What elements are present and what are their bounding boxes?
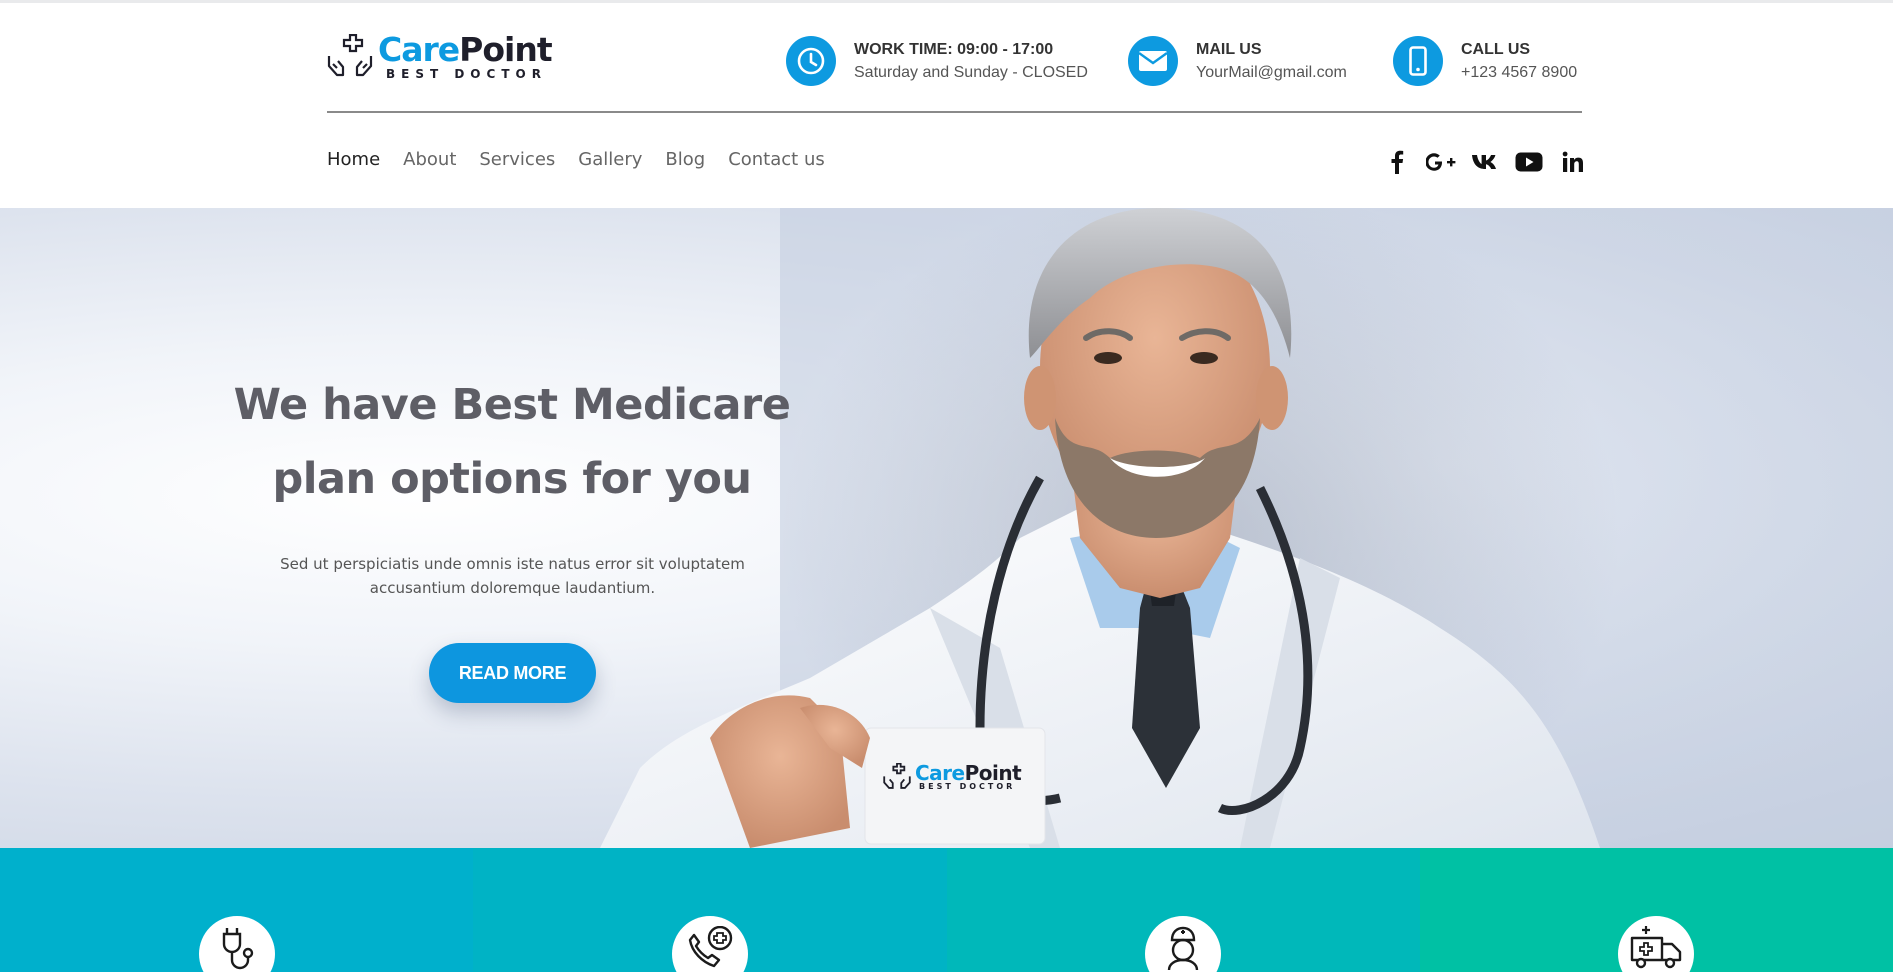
hero-section: CarePoint BEST DOCTOR We have Best Medic…	[0, 208, 1893, 848]
hero-subtitle: Sed ut perspiciatis unde omnis iste natu…	[240, 552, 785, 600]
nav-blog[interactable]: Blog	[665, 149, 705, 170]
mail-icon	[1128, 36, 1178, 86]
mail-title: MAIL US	[1196, 40, 1262, 58]
hero-title: We have Best Medicare plan options for y…	[200, 368, 824, 516]
youtube-icon[interactable]	[1514, 148, 1544, 176]
nav-gallery[interactable]: Gallery	[578, 149, 642, 170]
page: CarePoint BEST DOCTOR WORK TIME: 09:00 -…	[0, 0, 1893, 972]
site-logo[interactable]: CarePoint BEST DOCTOR	[326, 30, 553, 81]
work-time-subtitle: Saturday and Sunday - CLOSED	[854, 63, 1088, 81]
mail-address[interactable]: YourMail@gmail.com	[1196, 64, 1347, 82]
care-hands-logo-icon	[327, 33, 373, 76]
hero-title-line-2: plan options for you	[272, 454, 752, 504]
ambulance-icon	[1631, 926, 1682, 969]
feature-card-3[interactable]	[946, 848, 1420, 972]
call-title: CALL US	[1461, 40, 1531, 58]
clock-icon	[786, 36, 836, 86]
feature-3-icon-circle	[1145, 916, 1222, 972]
hero-subtitle-line-1: Sed ut perspiciatis unde omnis iste natu…	[280, 555, 745, 573]
stethoscope-icon	[222, 928, 253, 970]
feature-1-icon-circle	[198, 916, 275, 972]
facebook-icon[interactable]	[1382, 148, 1412, 176]
hero-title-line-1: We have Best Medicare	[233, 380, 791, 430]
social-links	[1368, 148, 1588, 176]
phone-icon	[1393, 36, 1443, 86]
nurse-icon	[1167, 926, 1199, 970]
feature-card-1[interactable]	[0, 848, 474, 972]
work-time-title: WORK TIME: 09:00 - 17:00	[854, 40, 1054, 58]
doctor-image	[600, 208, 1620, 848]
read-more-button[interactable]: READ MORE	[429, 643, 596, 703]
features-strip	[0, 848, 1893, 972]
phone-medical-icon	[688, 926, 733, 968]
card-tagline: BEST DOCTOR	[919, 782, 1016, 791]
hero-subtitle-line-2: accusantium doloremque laudantium.	[369, 579, 656, 597]
logo-name-care: Care	[378, 30, 460, 69]
feature-card-4[interactable]	[1419, 848, 1893, 972]
call-info[interactable]: CALL US +123 4567 8900	[1393, 36, 1577, 86]
site-header: CarePoint BEST DOCTOR WORK TIME: 09:00 -…	[0, 3, 1893, 208]
feature-2-icon-circle	[671, 916, 748, 972]
feature-card-2[interactable]	[473, 848, 947, 972]
vk-icon[interactable]	[1470, 148, 1500, 176]
work-time-info: WORK TIME: 09:00 - 17:00 Saturday and Su…	[786, 36, 1088, 86]
nav-home[interactable]: Home	[327, 149, 380, 170]
feature-4-icon-circle	[1618, 916, 1695, 972]
business-card-logo: CarePoint BEST DOCTOR	[882, 763, 1022, 791]
linkedin-icon[interactable]	[1558, 148, 1588, 176]
phone-number[interactable]: +123 4567 8900	[1461, 64, 1577, 82]
logo-tagline: BEST DOCTOR	[386, 67, 547, 81]
logo-name-point: Point	[459, 30, 552, 69]
nav-about[interactable]: About	[403, 149, 456, 170]
header-divider	[327, 111, 1582, 113]
google-plus-icon[interactable]	[1426, 148, 1456, 176]
main-nav: Home About Services Gallery Blog Contact…	[327, 149, 848, 170]
mail-info[interactable]: MAIL US YourMail@gmail.com	[1128, 36, 1347, 86]
care-hands-card-icon	[883, 763, 911, 789]
nav-services[interactable]: Services	[479, 149, 555, 170]
nav-contact-us[interactable]: Contact us	[728, 149, 825, 170]
